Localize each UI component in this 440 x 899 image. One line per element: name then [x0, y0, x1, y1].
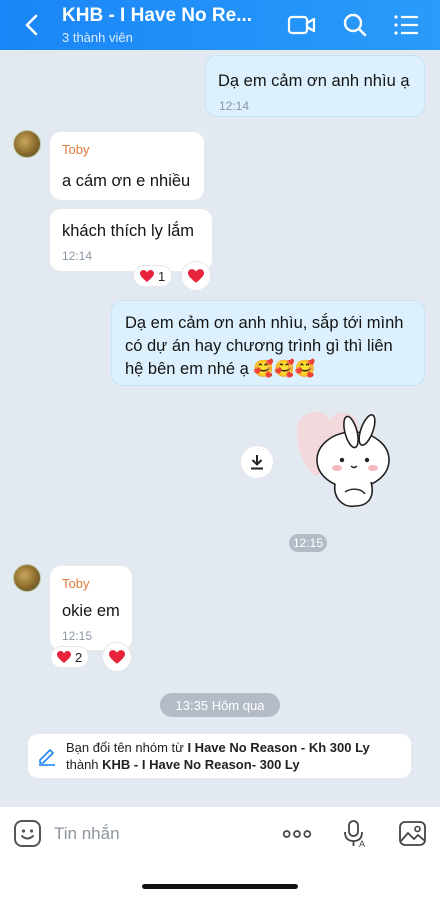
edit-icon	[39, 749, 55, 766]
message-text-line: hệ bên em nhé ạ 🥰🥰🥰	[125, 360, 316, 378]
notice-prefix: Bạn đổi tên nhóm từ	[66, 740, 188, 755]
more-icon[interactable]	[282, 820, 312, 848]
home-indicator	[142, 884, 298, 889]
group-rename-notice: Bạn đổi tên nhóm từ I Have No Reason - K…	[28, 734, 411, 778]
bunny-sticker-icon	[297, 411, 390, 508]
voice-icon[interactable]: A	[340, 820, 370, 848]
message-text-line: có dự án hay chương trình gì thì liên	[125, 337, 393, 355]
react-button[interactable]	[181, 261, 211, 291]
chat-header: KHB - I Have No Re... 3 thành viên	[0, 0, 440, 50]
sticker-time: 12:15	[289, 534, 327, 552]
sender-name: Toby	[62, 142, 90, 157]
image-icon[interactable]	[398, 820, 428, 848]
notice-middle: thành	[66, 757, 103, 772]
svg-text:A: A	[359, 839, 365, 848]
message-bubble-outgoing[interactable]: Dạ em cảm ơn anh nhìu, sắp tới mình có d…	[111, 300, 425, 386]
message-bubble-incoming[interactable]: Toby okie em 12:15	[49, 565, 133, 651]
heart-icon	[57, 650, 71, 663]
heart-icon	[140, 269, 154, 282]
sticker[interactable]	[285, 400, 410, 525]
download-button[interactable]	[240, 445, 274, 479]
message-bubble-outgoing[interactable]: Dạ em cảm ơn anh nhìu ạ 12:14	[205, 55, 425, 117]
reaction-summary[interactable]: 2	[50, 646, 90, 668]
back-icon[interactable]	[18, 11, 46, 39]
message-input[interactable]: Tin nhắn	[54, 824, 120, 844]
reaction-count: 2	[75, 649, 83, 665]
message-time: 12:14	[62, 249, 93, 263]
message-text-line: Dạ em cảm ơn anh nhìu, sắp tới mình	[125, 314, 404, 332]
avatar[interactable]	[13, 130, 41, 158]
menu-icon[interactable]	[392, 11, 422, 39]
notice-text: Bạn đổi tên nhóm từ I Have No Reason - K…	[66, 739, 370, 773]
emoji-icon[interactable]	[13, 820, 43, 848]
date-divider: 13:35 Hôm qua	[160, 693, 280, 717]
message-time: 12:15	[62, 629, 93, 643]
avatar[interactable]	[13, 564, 41, 592]
old-group-name: I Have No Reason - Kh 300 Ly	[187, 740, 370, 755]
message-text: okie em	[62, 602, 120, 620]
message-text: khách thích ly lắm	[62, 222, 195, 240]
member-count[interactable]: 3 thành viên	[62, 30, 133, 45]
search-icon[interactable]	[340, 11, 370, 39]
message-input-bar: Tin nhắn A	[0, 807, 440, 899]
new-group-name: KHB - I Have No Reason- 300 Ly	[102, 757, 300, 772]
message-text: a cám ơn e nhiều	[62, 172, 191, 190]
reaction-count: 1	[158, 268, 166, 284]
message-list[interactable]: Dạ em cảm ơn anh nhìu ạ 12:14 Toby a cám…	[0, 50, 440, 807]
message-text: Dạ em cảm ơn anh nhìu ạ	[218, 72, 410, 90]
download-icon	[251, 455, 263, 470]
message-time: 12:14	[219, 99, 250, 113]
sender-name: Toby	[62, 576, 90, 591]
video-call-icon[interactable]	[287, 11, 317, 39]
reaction-summary[interactable]: 1	[133, 265, 173, 287]
message-bubble-incoming[interactable]: Toby a cám ơn e nhiều	[49, 131, 205, 201]
chat-title[interactable]: KHB - I Have No Re...	[62, 5, 267, 27]
react-button[interactable]	[102, 642, 132, 672]
heart-icon	[188, 268, 204, 283]
heart-icon	[109, 649, 125, 664]
